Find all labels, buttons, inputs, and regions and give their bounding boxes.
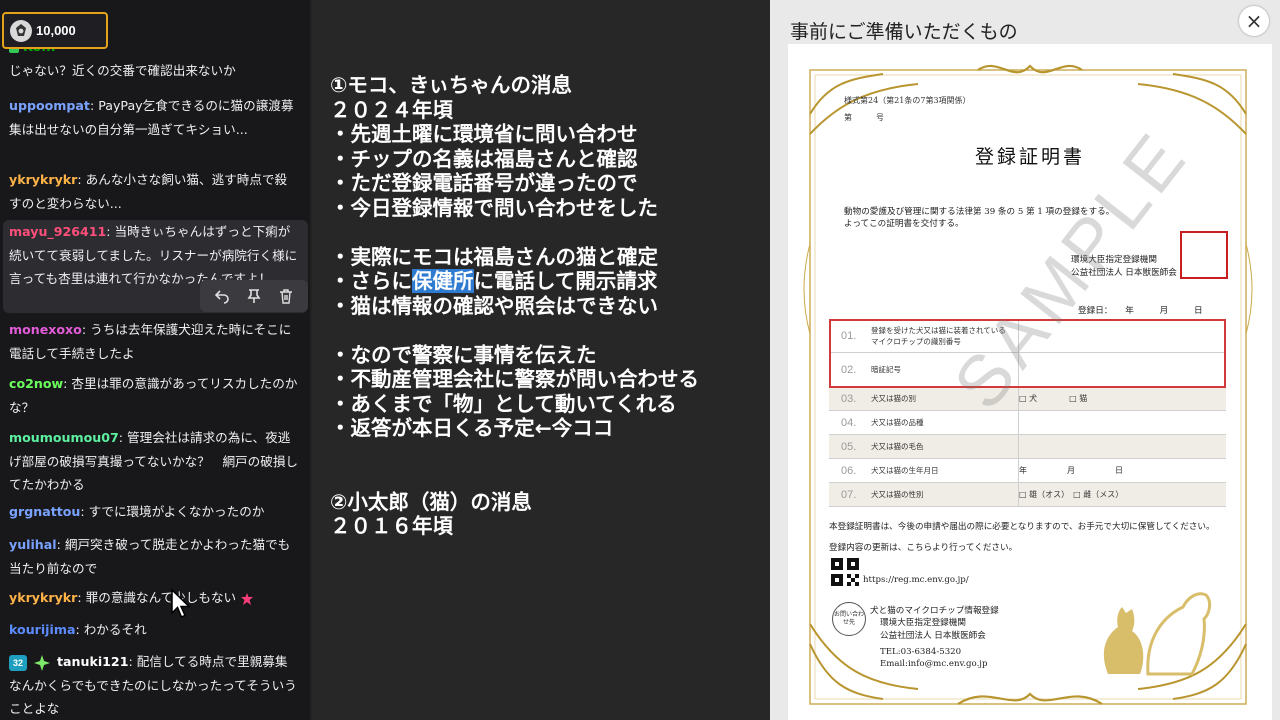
form-number: 様式第24（第21条の7第3項関係） bbox=[844, 96, 971, 105]
chat-message-text: すでに環境がよくなかったのか bbox=[88, 504, 265, 519]
note-line-with-selection: ・さらに保健所に電話して開示請求 bbox=[330, 269, 658, 293]
chat-username[interactable]: co2now bbox=[9, 376, 63, 391]
contact-line-2: 環境大臣指定登録機関 bbox=[880, 618, 966, 628]
chat-message: co2now: 杏里は罪の意識があってリスカしたのかな？ bbox=[9, 376, 298, 415]
chat-username[interactable]: ykrykrykr bbox=[9, 590, 77, 605]
contact-tel: TEL:03-6384-5320 bbox=[880, 647, 962, 657]
chat-message: ykrykrykr: 罪の意識なんて少しもない bbox=[9, 586, 299, 610]
registration-url: https://reg.mc.env.go.jp/ bbox=[863, 575, 969, 585]
chat-message: kourijima: わかるそれ bbox=[9, 622, 147, 637]
note-line: ・猫は情報の確認や照会はできない bbox=[330, 293, 658, 318]
certificate-image: 様式第24（第21条の7第3項関係） 第 号 登録証明書 動物の愛護及び管理に関… bbox=[788, 44, 1272, 720]
chat-message: 32 tanuki121: 配信してる時点で里親募集なんかくらでもできたのにしな… bbox=[9, 654, 297, 716]
channel-points-value: 10,000 bbox=[36, 23, 76, 38]
certificate-note-1: 本登録証明書は、今後の申請や届出の際に必要となりますので、お手元で大切に保管して… bbox=[829, 522, 1215, 532]
sparkle-badge-icon[interactable] bbox=[33, 654, 51, 672]
chat-message-text: じゃない？近くの交番で確認出来ないか bbox=[9, 62, 236, 78]
message-actions bbox=[200, 280, 308, 312]
chat-username[interactable]: kourijima bbox=[9, 622, 75, 637]
emote-icon bbox=[241, 592, 254, 605]
chat-message-text: 罪の意識なんて少しもない bbox=[85, 590, 237, 605]
reply-icon[interactable] bbox=[209, 283, 235, 309]
table-row: 04. 犬又は猫の品種 bbox=[829, 411, 1226, 435]
chat-username[interactable]: ykrykrykr bbox=[9, 172, 77, 187]
note-line: ２０１６年頃 bbox=[330, 514, 453, 538]
chat-message: ykrykrykr: あんな小さな飼い猫、逃す時点で殺すのと変わらない... bbox=[9, 172, 288, 211]
chat-panel: 10,000 Ko... じゃない？近くの交番で確認出来ないか uppoompa… bbox=[0, 0, 310, 720]
contact-line-3: 公益社団法人 日本獣医師会 bbox=[880, 631, 986, 641]
certificate-number: 第 号 bbox=[844, 113, 884, 122]
chat-username[interactable]: uppoompat bbox=[9, 98, 90, 113]
note-line: ②小太郎（猫）の消息 bbox=[330, 489, 532, 514]
note-line: ①モコ、きぃちゃんの消息 bbox=[330, 73, 573, 97]
chat-username[interactable]: mayu_926411 bbox=[9, 224, 106, 239]
note-line: ２０２４年頃 bbox=[330, 97, 453, 122]
note-line: ・あくまで「物」として動いてくれる bbox=[330, 391, 677, 416]
selected-text[interactable]: 保健所 bbox=[412, 269, 474, 293]
note-line: ・ただ登録電話番号が違ったので bbox=[330, 171, 638, 195]
chat-message: grgnattou: すでに環境がよくなかったのか bbox=[9, 504, 265, 519]
note-line: ・返答が本日くる予定←今ココ bbox=[330, 416, 614, 440]
chat-username[interactable]: grgnattou bbox=[9, 504, 80, 519]
note-line: ・なので警察に事情を伝えた bbox=[330, 342, 597, 367]
chat-message: moumoumou07: 管理会社は請求の為に、夜逃げ部屋の破損写真撮ってないか… bbox=[9, 430, 299, 492]
note-line: ・実際にモコは福島さんの猫と確定 bbox=[330, 244, 658, 269]
chat-username[interactable]: tanuki121 bbox=[57, 654, 128, 669]
chat-message: yulihal: 網戸突き破って脱走とかよわった猫でも当たり前なので bbox=[9, 537, 291, 576]
channel-points-button[interactable]: 10,000 bbox=[2, 12, 108, 49]
contact-email: Email:info@mc.env.go.jp bbox=[880, 659, 988, 669]
table-row: 07. 犬又は猫の性別 □ 雄（オス） □ 雌（メス） bbox=[829, 483, 1226, 507]
official-seal bbox=[1180, 231, 1228, 279]
chat-message-text: わかるそれ bbox=[83, 622, 147, 637]
chat-message: uppoompat: PayPay乞食できるのに猫の譲渡募集は出せないの自分第一… bbox=[9, 98, 294, 137]
chat-message-text: 配信してる時点で里親募集なんかくらでもできたのにしなかったってそういうことよな bbox=[9, 654, 297, 716]
certificate-note-2: 登録内容の更新は、こちらより行ってください。 bbox=[829, 543, 1018, 553]
table-row: 05. 犬又は猫の毛色 bbox=[829, 435, 1226, 459]
registration-date: 登録日： 年 月 日 bbox=[1078, 306, 1203, 316]
document-panel: 事前にご準備いただくもの × 様式第24（第21条の7第3項関係） 第 号 登録… bbox=[770, 0, 1280, 720]
panel-title: 事前にご準備いただくもの bbox=[790, 21, 1018, 43]
chat-username[interactable]: monexoxo bbox=[9, 322, 82, 337]
pin-icon[interactable] bbox=[241, 283, 267, 309]
note-line: ・不動産管理会社に警察が問い合わせる bbox=[330, 367, 699, 391]
chat-message: Ko... じゃない？近くの交番で確認出来ないか bbox=[9, 44, 299, 88]
cat-dog-illustration bbox=[1103, 592, 1212, 676]
note-line: ・先週土曜に環境省に問い合わせ bbox=[330, 122, 638, 146]
qr-code-icon bbox=[831, 558, 859, 586]
stream-view: ①モコ、きぃちゃんの消息 ２０２４年頃 ・先週土曜に環境省に問い合わせ ・チップ… bbox=[312, 0, 770, 720]
close-button[interactable]: × bbox=[1239, 6, 1269, 36]
chat-message: monexoxo: うちは去年保護犬迎えた時にそこに電話して手続きしたよ bbox=[9, 322, 292, 361]
subscriber-badge[interactable]: 32 bbox=[9, 654, 27, 671]
contact-line-1: 犬と猫のマイクロチップ情報登録 bbox=[870, 606, 999, 616]
stream-notes: ①モコ、きぃちゃんの消息 ２０２４年頃 ・先週土曜に環境省に問い合わせ ・チップ… bbox=[330, 73, 699, 539]
note-line: ・今日登録情報で問い合わせをした bbox=[330, 195, 658, 220]
certificate-body-2: よってこの証明書を交付する。 bbox=[844, 219, 964, 229]
chat-username[interactable]: yulihal bbox=[9, 537, 57, 552]
contact-label: お問い合わせ先 bbox=[832, 602, 866, 636]
chat-username[interactable]: moumoumou07 bbox=[9, 430, 119, 445]
note-line: ・チップの名義は福島さんと確認 bbox=[330, 146, 638, 171]
table-row: 06. 犬又は猫の生年月日 年 月 日 bbox=[829, 459, 1226, 483]
delete-icon[interactable] bbox=[273, 283, 299, 309]
channel-points-icon bbox=[10, 19, 32, 42]
mouse-cursor-icon bbox=[171, 588, 191, 618]
